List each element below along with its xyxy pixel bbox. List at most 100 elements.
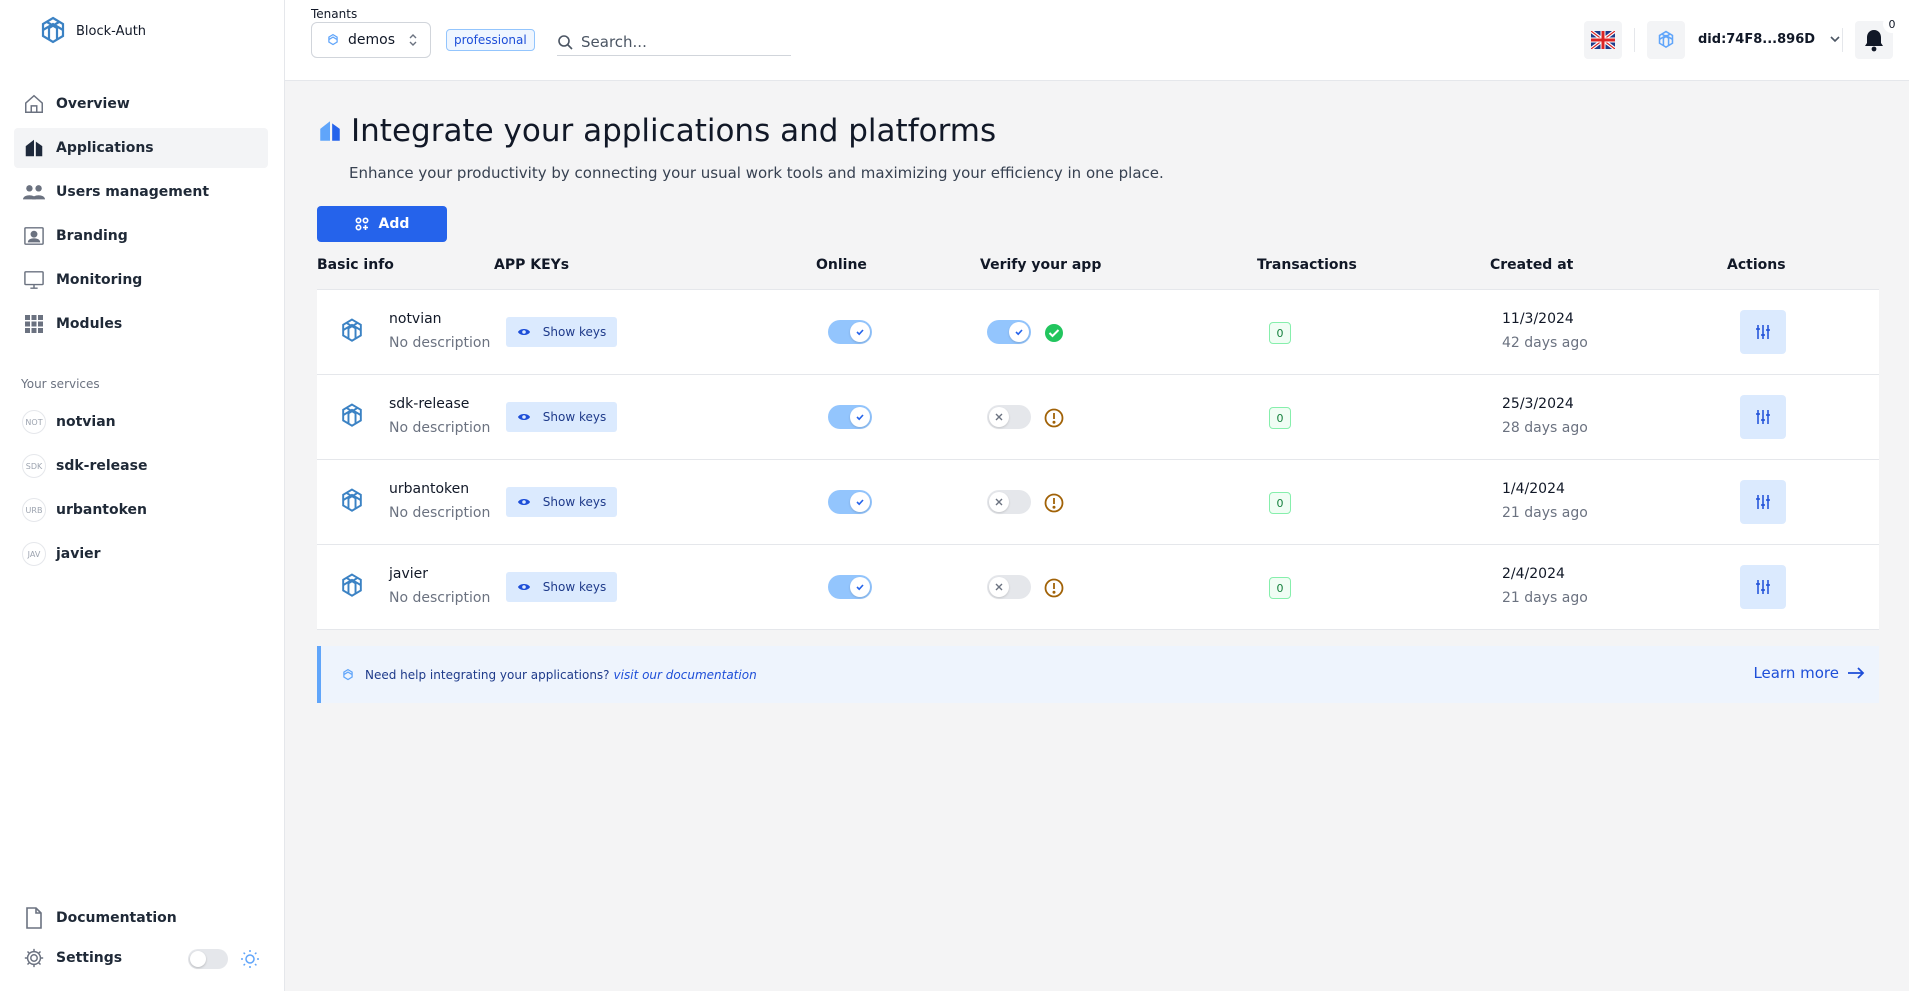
app-logo-icon	[337, 316, 367, 350]
table-row: sdk-release No description Show keys 0 25/3/…	[317, 375, 1879, 460]
sidebar-item-label: Overview	[56, 96, 130, 112]
header-divider	[1634, 28, 1635, 52]
verify-toggle[interactable]	[987, 575, 1031, 599]
service-avatar: URB	[22, 498, 46, 522]
sidebar-item-label: Monitoring	[56, 272, 143, 288]
show-keys-label: Show keys	[542, 495, 607, 509]
add-apps-icon	[355, 217, 369, 231]
transactions-badge: 0	[1269, 492, 1291, 514]
header-created-at: Created at	[1490, 257, 1574, 273]
header-online: Online	[816, 257, 867, 273]
theme-toggle[interactable]	[188, 949, 228, 969]
app-actions-button[interactable]	[1740, 395, 1786, 439]
sliders-icon	[1755, 409, 1771, 425]
created-ago: 42 days ago	[1502, 335, 1588, 351]
show-keys-label: Show keys	[542, 325, 607, 339]
document-icon	[22, 906, 46, 930]
sidebar-item-modules[interactable]: Modules	[14, 304, 268, 344]
sidebar-item-branding[interactable]: Branding	[14, 216, 268, 256]
toggle-knob	[989, 492, 1009, 512]
brand[interactable]: Block-Auth	[36, 14, 146, 48]
sidebar-item-applications[interactable]: Applications	[14, 128, 268, 168]
help-text: Need help integrating your applications?	[365, 667, 610, 682]
show-keys-button[interactable]: Show keys	[506, 317, 617, 347]
language-button[interactable]	[1584, 21, 1622, 59]
online-toggle[interactable]	[828, 320, 872, 344]
sidebar-item-label: Branding	[56, 228, 128, 244]
warning-icon	[1044, 578, 1064, 598]
top-header: Tenants demos professional did:74F8...89…	[285, 0, 1909, 81]
help-banner: Need help integrating your applications?…	[317, 646, 1879, 703]
documentation-link[interactable]: visit our documentation	[614, 668, 757, 682]
branding-icon	[22, 224, 46, 248]
sidebar-item-users-management[interactable]: Users management	[14, 172, 268, 212]
plan-badge: professional	[446, 29, 535, 51]
online-toggle[interactable]	[828, 405, 872, 429]
table-row: javier No description Show keys 0 2/4/2024 21…	[317, 545, 1879, 630]
gear-icon	[22, 946, 46, 970]
app-actions-button[interactable]	[1740, 565, 1786, 609]
toggle-knob	[1009, 322, 1029, 342]
verify-toggle[interactable]	[987, 490, 1031, 514]
tenant-select[interactable]: demos	[311, 22, 431, 58]
transactions-badge: 0	[1269, 322, 1291, 344]
sidebar-bottom-nav: Documentation Settings	[14, 898, 268, 978]
chevron-down-icon[interactable]	[1828, 32, 1842, 46]
warning-icon	[1044, 408, 1064, 428]
service-item-urbantoken[interactable]: URB urbantoken	[14, 490, 268, 530]
created-ago: 21 days ago	[1502, 590, 1588, 606]
search-input[interactable]	[581, 32, 781, 51]
app-name: javier	[389, 566, 429, 582]
notification-count: 0	[1883, 15, 1901, 33]
add-application-button[interactable]: Add	[317, 206, 447, 242]
sliders-icon	[1755, 579, 1771, 595]
bell-icon	[1865, 30, 1883, 52]
app-logo-icon	[337, 571, 367, 605]
sliders-icon	[1755, 324, 1771, 340]
add-button-label: Add	[378, 216, 410, 232]
eye-icon	[517, 412, 531, 422]
online-toggle[interactable]	[828, 490, 872, 514]
app-logo-icon	[337, 401, 367, 435]
created-date: 25/3/2024	[1502, 396, 1574, 412]
service-item-notvian[interactable]: NOT notvian	[14, 402, 268, 442]
show-keys-label: Show keys	[542, 410, 607, 424]
show-keys-button[interactable]: Show keys	[506, 487, 617, 517]
header-basic-info: Basic info	[317, 257, 394, 273]
learn-more-link[interactable]: Learn more	[1753, 664, 1865, 682]
toggle-knob	[989, 577, 1009, 597]
service-item-javier[interactable]: JAV javier	[14, 534, 268, 574]
header-transactions: Transactions	[1257, 257, 1357, 273]
table-header: Basic info APP KEYs Online Verify your a…	[317, 254, 1879, 290]
user-avatar[interactable]	[1647, 21, 1685, 59]
block-auth-logo-icon	[41, 16, 65, 44]
sidebar-item-monitoring[interactable]: Monitoring	[14, 260, 268, 300]
arrow-right-icon	[1848, 667, 1865, 679]
brand-name: Block-Auth	[76, 23, 147, 39]
show-keys-button[interactable]: Show keys	[506, 572, 617, 602]
app-name: sdk-release	[389, 396, 470, 412]
verify-toggle[interactable]	[987, 320, 1031, 344]
sidebar-item-documentation[interactable]: Documentation	[14, 898, 268, 938]
sidebar-nav: Overview Applications Users management B…	[14, 84, 268, 348]
tenant-logo-icon	[328, 33, 338, 46]
toggle-knob	[850, 322, 870, 342]
sidebar-item-settings[interactable]: Settings	[14, 938, 268, 978]
sidebar-item-label: Documentation	[56, 910, 177, 926]
show-keys-button[interactable]: Show keys	[506, 402, 617, 432]
monitor-icon	[22, 268, 46, 292]
eye-icon	[517, 497, 531, 507]
app-actions-button[interactable]	[1740, 310, 1786, 354]
user-did: did:74F8...896D	[1698, 32, 1816, 47]
toggle-knob	[989, 407, 1009, 427]
app-actions-button[interactable]	[1740, 480, 1786, 524]
sidebar: Block-Auth Overview Applications Users m…	[0, 0, 285, 991]
service-item-sdk-release[interactable]: SDK sdk-release	[14, 446, 268, 486]
sun-icon[interactable]	[240, 949, 260, 969]
online-toggle[interactable]	[828, 575, 872, 599]
home-icon	[22, 92, 46, 116]
sidebar-item-overview[interactable]: Overview	[14, 84, 268, 124]
sidebar-item-label: Users management	[56, 184, 210, 200]
verify-toggle[interactable]	[987, 405, 1031, 429]
page-title-row: Integrate your applications and platform…	[317, 113, 996, 149]
